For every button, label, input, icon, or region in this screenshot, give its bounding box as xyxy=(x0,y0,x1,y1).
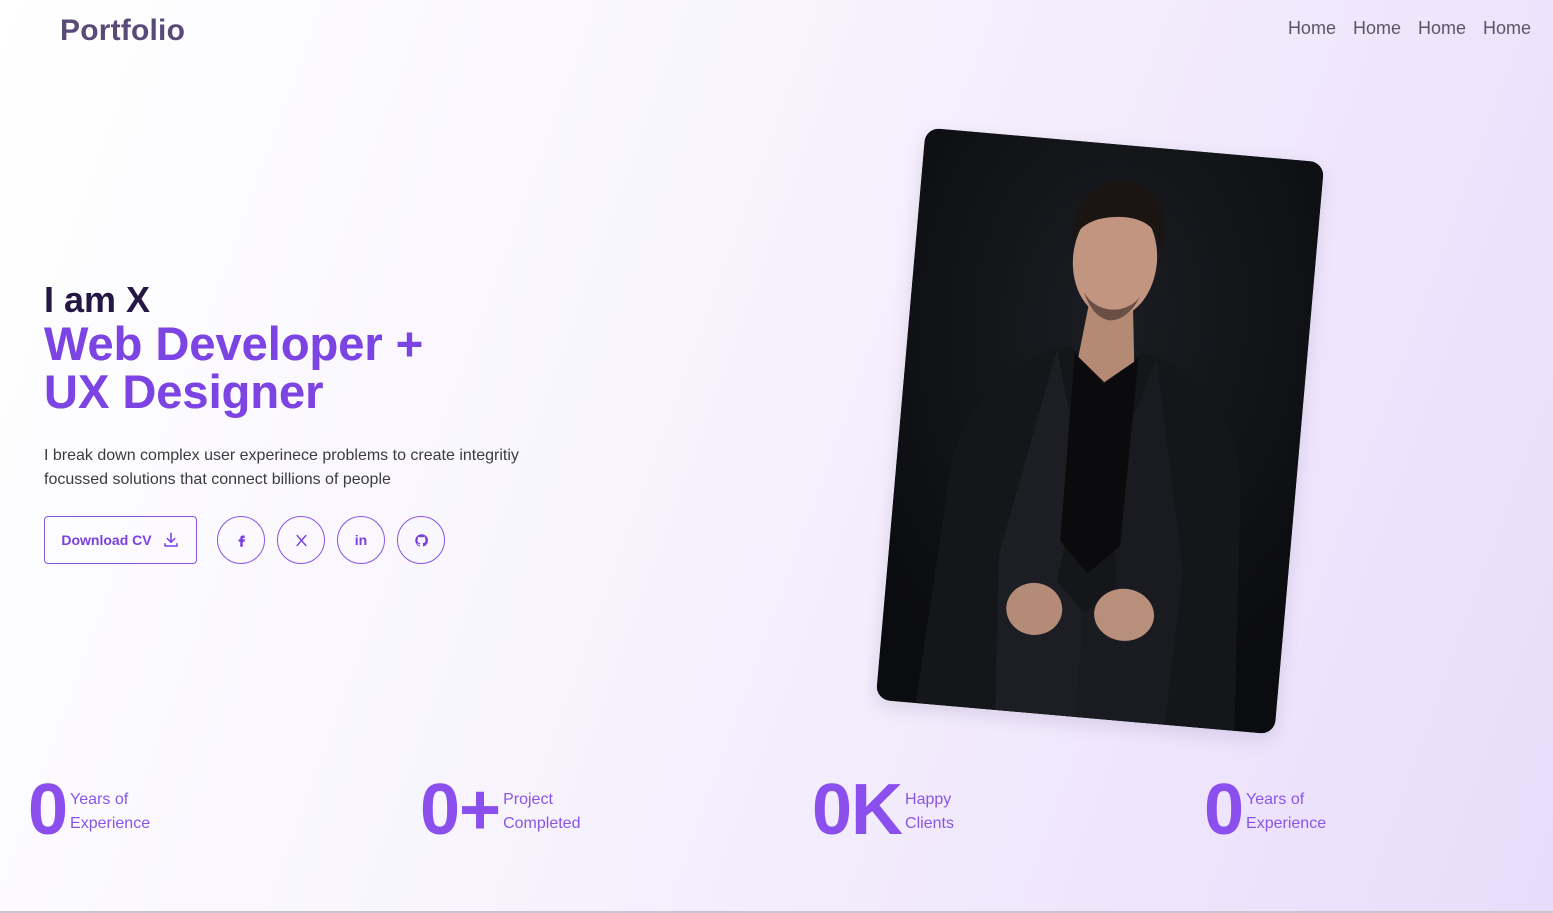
stat-label-line2: Experience xyxy=(1246,815,1327,832)
stat-label: Years of Experience xyxy=(1246,788,1356,836)
github-button[interactable] xyxy=(397,516,445,564)
stat-label: Years of Experience xyxy=(70,788,180,836)
stat-value: 0K xyxy=(812,770,903,850)
stat-label-line1: Years of xyxy=(1246,791,1305,808)
hero-description: I break down complex user experinece pro… xyxy=(44,447,519,488)
x-icon xyxy=(295,534,307,546)
hero-actions: Download CV in xyxy=(44,516,644,564)
hero-role-line1: Web Developer + xyxy=(44,317,424,370)
site-logo[interactable]: Portfolio xyxy=(60,14,185,48)
hero-role-line2: UX Designer xyxy=(44,365,324,418)
stat-label-line2: Completed xyxy=(503,815,581,832)
stat-value: 0+ xyxy=(420,770,501,850)
nav-link-home-2[interactable]: Home xyxy=(1353,18,1401,39)
stat-label: Project Completed xyxy=(503,788,613,836)
stat-label-line2: Experience xyxy=(70,815,151,832)
download-icon xyxy=(163,532,178,547)
download-cv-label: Download CV xyxy=(61,532,152,548)
download-cv-button[interactable]: Download CV xyxy=(44,516,197,564)
portrait-image xyxy=(875,127,1325,735)
stat-value: 0 xyxy=(28,770,68,850)
linkedin-button[interactable]: in xyxy=(337,516,385,564)
x-button[interactable] xyxy=(277,516,325,564)
hero-intro: I am X xyxy=(44,279,151,320)
facebook-button[interactable] xyxy=(217,516,265,564)
linkedin-icon: in xyxy=(354,532,368,548)
stat-value: 0 xyxy=(1204,770,1244,850)
stat-label-line1: Project xyxy=(503,791,553,808)
nav-link-home-1[interactable]: Home xyxy=(1288,18,1336,39)
github-icon xyxy=(414,533,428,547)
hero-section: I am X Web Developer + UX Designer I bre… xyxy=(44,280,644,564)
nav-link-home-3[interactable]: Home xyxy=(1418,18,1466,39)
stat-happy-clients: 0K Happy Clients xyxy=(812,774,1015,846)
portfolio-page: Portfolio Home Home Home Home I am X Web… xyxy=(0,0,1553,913)
stat-label-line1: Years of xyxy=(70,791,129,808)
stat-label-line2: Clients xyxy=(905,815,954,832)
stat-label-line1: Happy xyxy=(905,791,952,808)
main-nav: Home Home Home Home xyxy=(1288,18,1531,39)
profile-photo xyxy=(875,127,1325,735)
facebook-icon xyxy=(238,535,245,547)
nav-link-home-4[interactable]: Home xyxy=(1483,18,1531,39)
stat-years-experience: 0 Years of Experience xyxy=(28,774,180,846)
stat-label: Happy Clients xyxy=(905,788,1015,836)
hero-role: Web Developer + UX Designer xyxy=(44,320,644,416)
stat-years-experience-2: 0 Years of Experience xyxy=(1204,774,1356,846)
stat-projects-completed: 0+ Project Completed xyxy=(420,774,613,846)
